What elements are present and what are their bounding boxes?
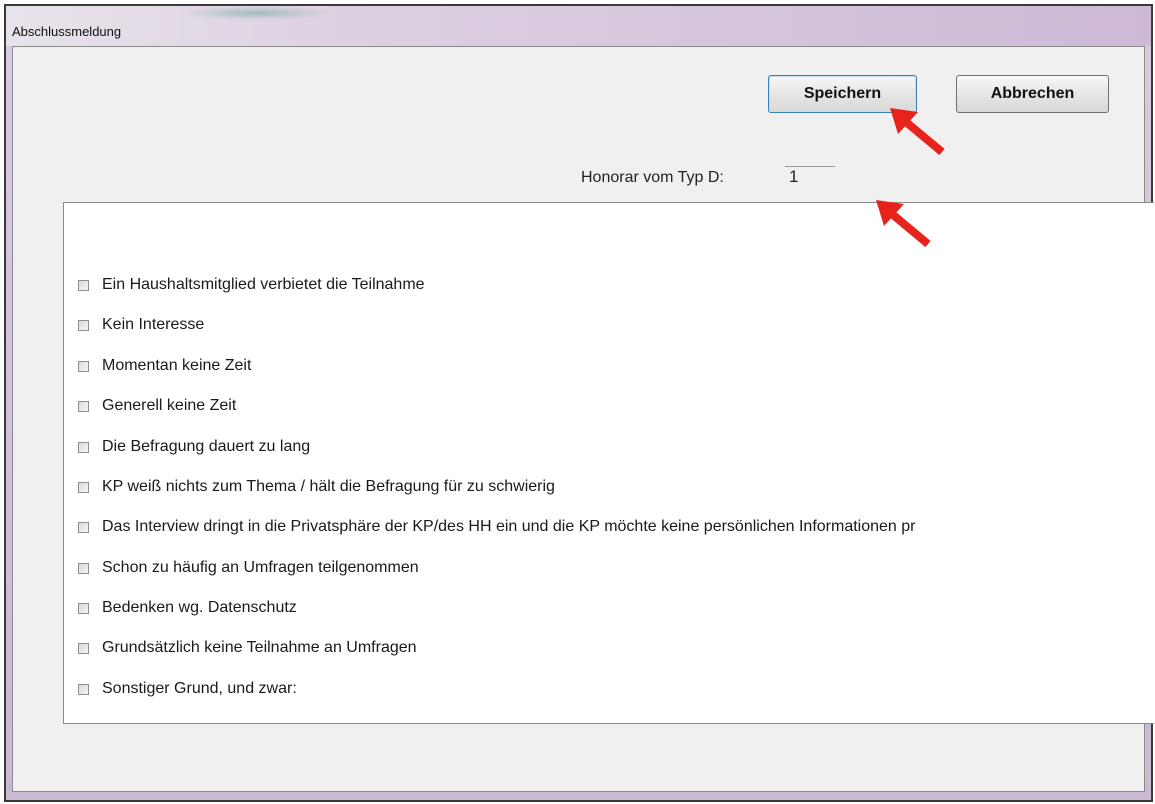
list-item[interactable]: Sonstiger Grund, und zwar:	[78, 677, 297, 701]
reason-label: Momentan keine Zeit	[102, 357, 252, 374]
reason-label: Generell keine Zeit	[102, 397, 237, 414]
checkbox[interactable]	[78, 319, 89, 331]
list-item[interactable]: Generell keine Zeit	[78, 394, 236, 418]
checkbox[interactable]	[78, 481, 89, 493]
checkbox[interactable]	[78, 642, 89, 654]
list-item[interactable]: Grundsätzlich keine Teilnahme an Umfrage…	[78, 636, 417, 660]
list-item[interactable]: Schon zu häufig an Umfragen teilgenommen	[78, 556, 419, 580]
checkbox[interactable]	[78, 602, 89, 614]
list-item[interactable]: Bedenken wg. Datenschutz	[78, 596, 297, 620]
reason-label: Das Interview dringt in die Privatsphäre…	[102, 518, 916, 535]
checkbox[interactable]	[78, 279, 89, 291]
list-item[interactable]: KP weiß nichts zum Thema / hält die Befr…	[78, 475, 555, 499]
annotation-arrow-save	[890, 108, 945, 156]
list-item[interactable]: Momentan keine Zeit	[78, 354, 251, 378]
reason-label: Sonstiger Grund, und zwar:	[102, 680, 297, 697]
window-title: Abschlussmeldung	[12, 24, 122, 39]
checkbox[interactable]	[78, 562, 89, 574]
list-item[interactable]: Die Befragung dauert zu lang	[78, 435, 310, 459]
checkbox[interactable]	[78, 683, 89, 695]
checkbox[interactable]	[78, 360, 89, 372]
annotation-arrow-honorar	[876, 200, 931, 248]
list-item[interactable]: Ein Haushaltsmitglied verbietet die Teil…	[78, 273, 425, 297]
list-item[interactable]: Das Interview dringt in die Privatsphäre…	[78, 515, 915, 539]
list-item[interactable]: Kein Interesse	[78, 313, 204, 337]
checkbox[interactable]	[78, 400, 89, 412]
reasons-list[interactable]: Ein Haushaltsmitglied verbietet die Teil…	[63, 202, 1154, 724]
reason-label: Kein Interesse	[102, 316, 205, 333]
reason-label: Bedenken wg. Datenschutz	[102, 599, 297, 616]
honorar-value-field[interactable]: 1	[785, 166, 835, 187]
reason-label: Die Befragung dauert zu lang	[102, 438, 311, 455]
dialog-window: Abschlussmeldung Speichern Abbrechen Hon…	[4, 4, 1154, 802]
reason-label: Schon zu häufig an Umfragen teilgenommen	[102, 559, 419, 576]
honorar-label: Honorar vom Typ D:	[581, 169, 724, 186]
reason-label: KP weiß nichts zum Thema / hält die Befr…	[102, 478, 555, 495]
reason-label: Grundsätzlich keine Teilnahme an Umfrage…	[102, 639, 417, 656]
reason-label: Ein Haushaltsmitglied verbietet die Teil…	[102, 276, 425, 293]
cancel-button[interactable]: Abbrechen	[956, 75, 1109, 113]
dialog-client-area: Speichern Abbrechen Honorar vom Typ D: 1…	[12, 46, 1154, 792]
title-bar-glow	[181, 6, 331, 20]
title-bar[interactable]: Abschlussmeldung	[6, 6, 1151, 46]
checkbox[interactable]	[78, 441, 89, 453]
checkbox[interactable]	[78, 521, 89, 533]
